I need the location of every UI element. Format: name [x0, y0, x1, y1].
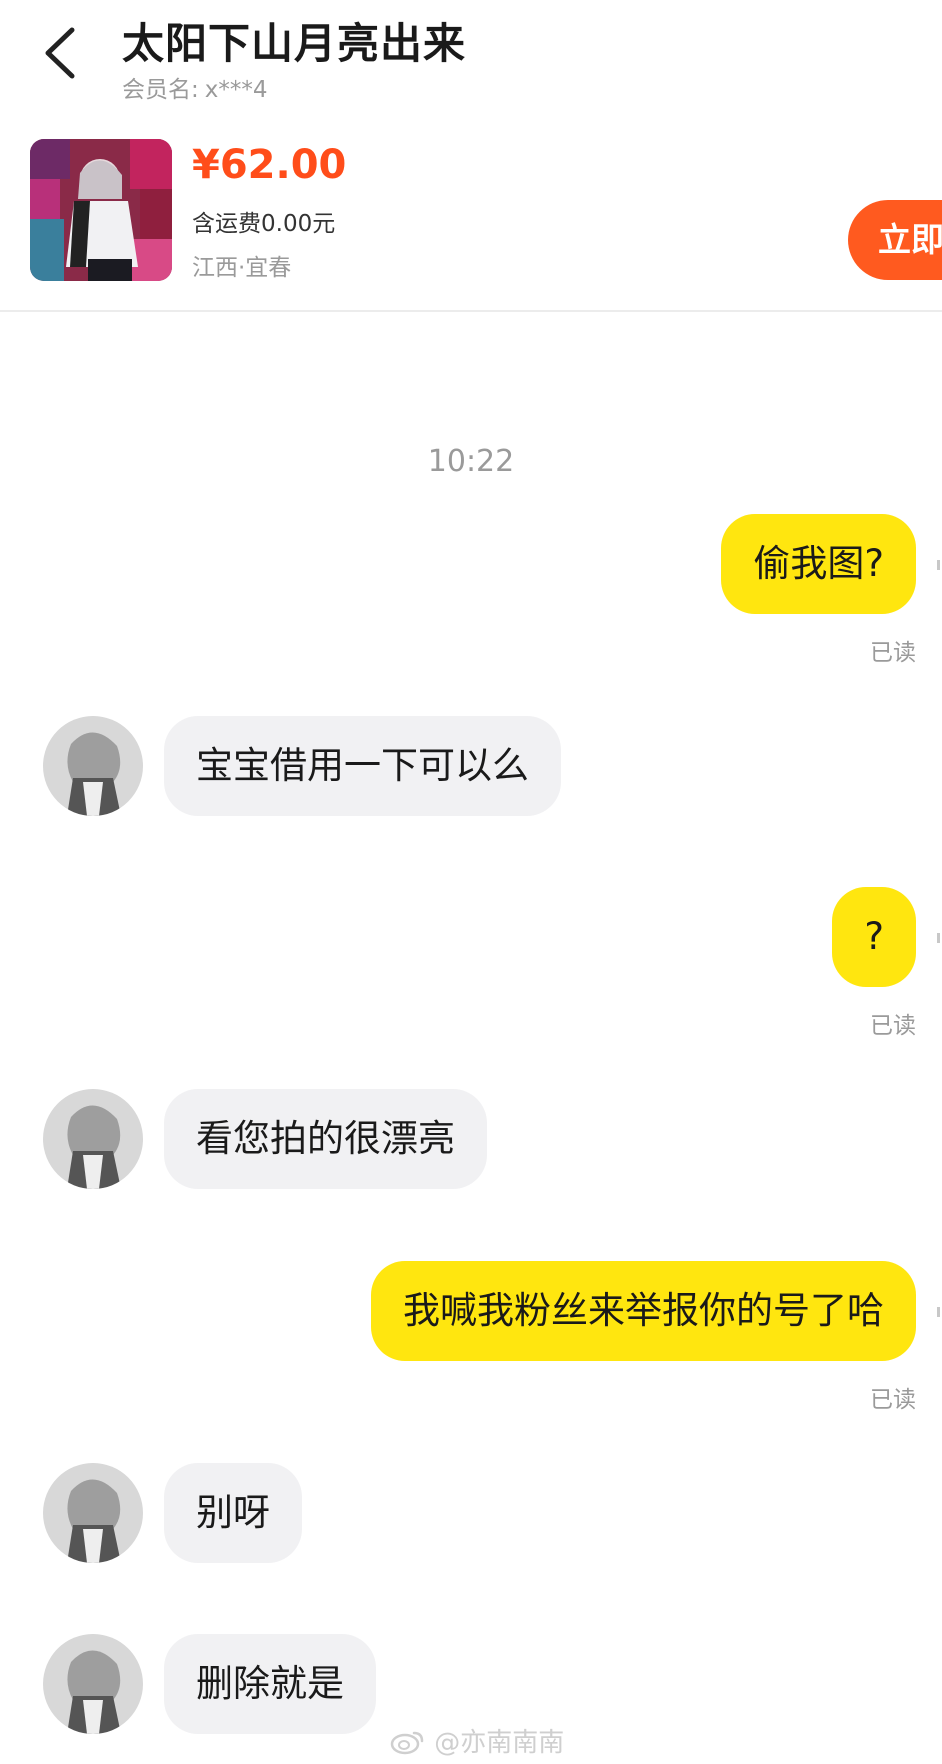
back-chevron-icon[interactable]: [38, 24, 84, 82]
watermark-text: @亦南南南: [434, 1728, 565, 1758]
product-price: ¥62.00: [192, 142, 347, 188]
shipping-info: 含运费0.00元: [192, 211, 336, 237]
chat-header: 太阳下山月亮出来 会员名: x***4 ¥62.00 含运费0.00元 江西·宜春…: [0, 0, 942, 312]
incoming-message[interactable]: 别呀: [164, 1463, 302, 1563]
chat-title: 太阳下山月亮出来: [122, 19, 467, 68]
read-receipt: 已读: [870, 1387, 916, 1413]
read-receipt: 已读: [870, 640, 916, 666]
contact-avatar[interactable]: [43, 1463, 143, 1563]
member-name: 会员名: x***4: [122, 70, 268, 104]
contact-avatar[interactable]: [43, 716, 143, 816]
outgoing-message[interactable]: ?: [832, 887, 916, 987]
weibo-logo-icon: [390, 1731, 424, 1755]
incoming-message[interactable]: 看您拍的很漂亮: [164, 1089, 487, 1189]
incoming-message[interactable]: 宝宝借用一下可以么: [164, 716, 561, 816]
buy-now-button[interactable]: 立即: [848, 200, 942, 280]
read-receipt: 已读: [870, 1013, 916, 1039]
member-value: x***4: [204, 77, 268, 103]
message-edge-marker: [937, 1307, 940, 1317]
member-label: 会员名:: [122, 77, 199, 103]
outgoing-message[interactable]: 我喊我粉丝来举报你的号了哈: [371, 1261, 916, 1361]
watermark: @亦南南南: [390, 1722, 564, 1759]
contact-avatar[interactable]: [43, 1634, 143, 1734]
contact-avatar[interactable]: [43, 1089, 143, 1189]
product-thumbnail[interactable]: [30, 139, 172, 281]
incoming-message[interactable]: 删除就是: [164, 1634, 376, 1734]
message-timestamp: 10:22: [427, 444, 515, 479]
message-edge-marker: [937, 560, 940, 570]
outgoing-message[interactable]: 偷我图?: [721, 514, 916, 614]
message-edge-marker: [937, 933, 940, 943]
seller-location: 江西·宜春: [192, 255, 292, 281]
